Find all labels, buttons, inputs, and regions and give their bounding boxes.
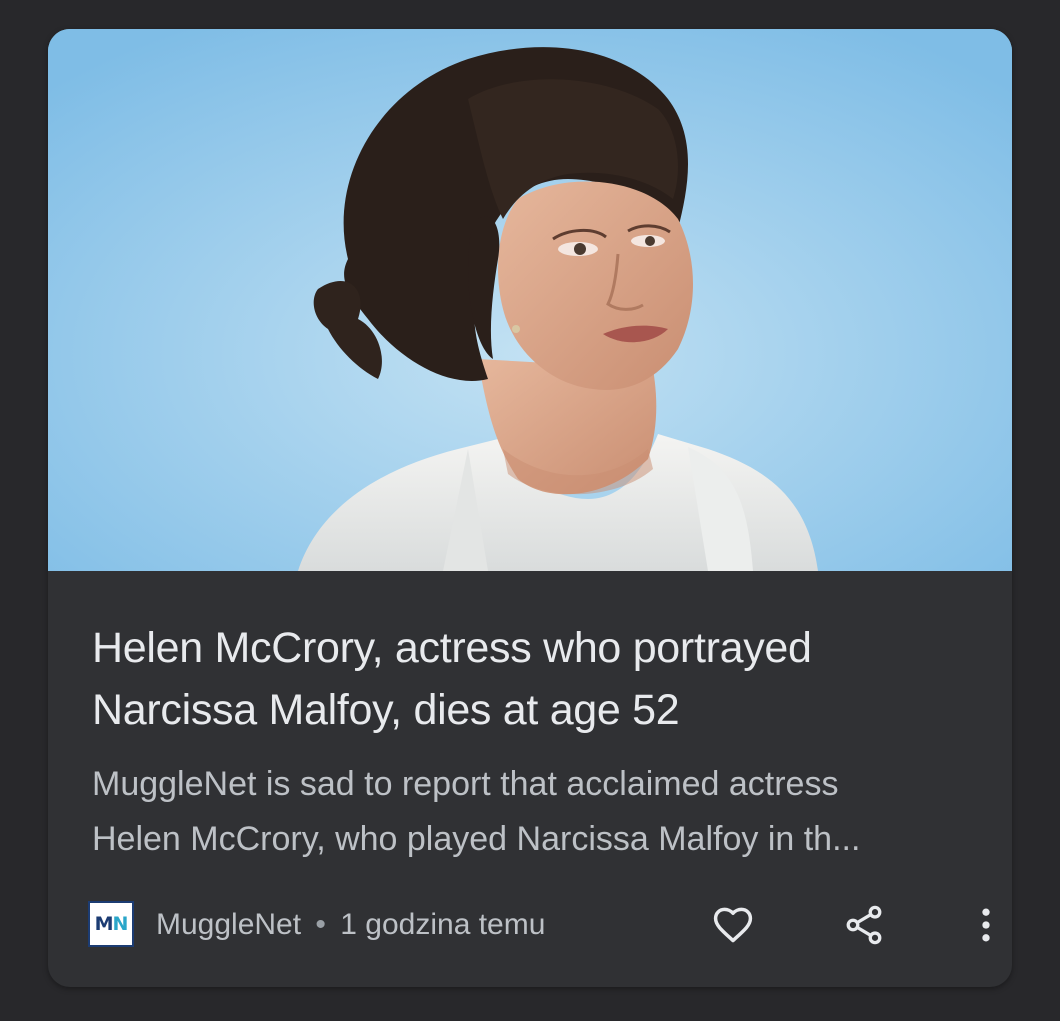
heart-outline-icon [713,907,753,943]
more-options-button[interactable] [958,897,1012,953]
more-vert-icon [982,908,990,942]
source-name[interactable]: MuggleNet [156,908,301,941]
article-footer: MN MuggleNet • 1 godzina temu [88,897,990,953]
source-logo-m: M [94,913,114,935]
source-meta: MuggleNet • 1 godzina temu [156,907,545,943]
article-snippet[interactable]: MuggleNet is sad to report that acclaime… [92,757,982,867]
article-snippet-line-1: MuggleNet is sad to report that acclaime… [92,765,839,803]
meta-separator: • [315,908,326,941]
share-button[interactable] [836,897,892,953]
like-button[interactable] [705,897,761,953]
article-title-line-1: Helen McCrory, actress who portrayed [92,624,812,672]
article-title[interactable]: Helen McCrory, actress who portrayed Nar… [92,617,972,741]
source-logo[interactable]: MN [88,901,134,947]
publish-time: 1 godzina temu [340,908,546,941]
news-card[interactable]: Helen McCrory, actress who portrayed Nar… [48,29,1012,987]
share-icon [846,905,882,945]
article-image[interactable] [48,29,1012,571]
portrait-photo [48,29,1012,571]
article-title-line-2: Narcissa Malfoy, dies at age 52 [92,686,680,734]
source-logo-n: N [112,913,129,935]
article-snippet-line-2: Helen McCrory, who played Narcissa Malfo… [92,820,861,858]
